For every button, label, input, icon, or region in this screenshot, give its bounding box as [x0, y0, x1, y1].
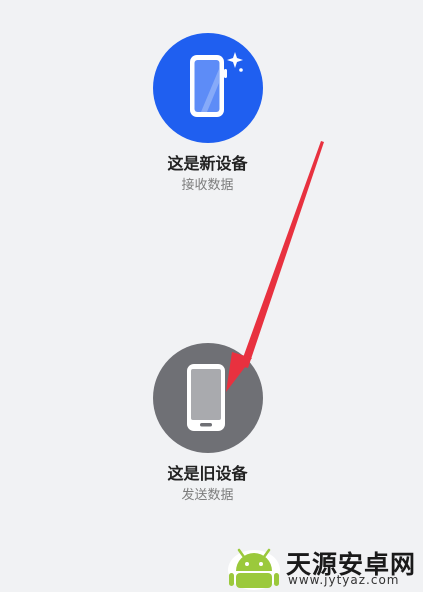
- new-phone-icon: [189, 52, 243, 117]
- new-device-button[interactable]: [152, 33, 263, 143]
- watermark-url: www.jytyaz.com: [288, 573, 400, 587]
- old-device-title: 这是旧设备: [167, 464, 248, 483]
- new-device-option[interactable]: 这是新设备 接收数据: [0, 33, 415, 195]
- old-device-subtitle: 发送数据: [181, 488, 234, 503]
- old-device-option[interactable]: 这是旧设备 发送数据: [0, 343, 415, 505]
- watermark: 天源安卓网 www.jytyaz.com: [218, 541, 423, 592]
- old-phone-icon: [186, 364, 225, 431]
- new-device-title: 这是新设备: [167, 154, 248, 173]
- new-device-subtitle: 接收数据: [181, 178, 234, 193]
- old-device-button[interactable]: [152, 343, 263, 453]
- android-logo-icon: [228, 548, 280, 590]
